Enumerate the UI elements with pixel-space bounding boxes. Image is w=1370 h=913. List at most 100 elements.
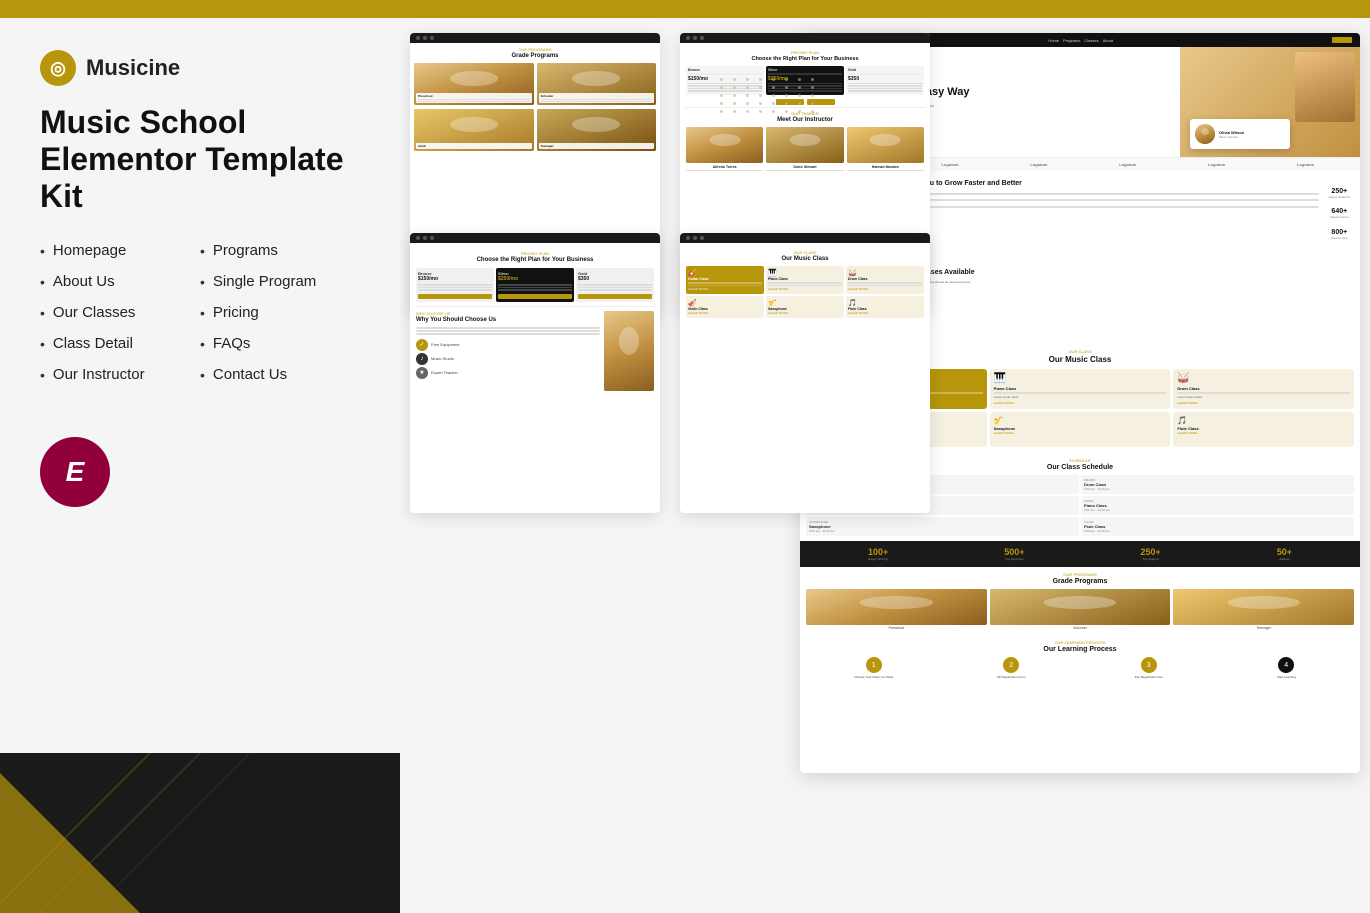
stat-2: 640+ Classes Done (1329, 208, 1350, 219)
stat-1: 250+ Happy Students (1329, 188, 1350, 199)
our-guitar-label: Guitar Class (688, 277, 762, 281)
stat-3-label: Awards Won (1329, 236, 1350, 240)
our-guitar-icon: 🎸 (688, 269, 762, 277)
why-tagline: WHY CHOOSE US (416, 311, 600, 316)
silver-plan: Silver $250/mo (496, 268, 574, 302)
piano-link: LEARN MORE › (994, 401, 1167, 405)
grade-programs-title-sec: Grade Programs (414, 53, 656, 59)
various-content: THE CLASSES Various Music Classes Availa… (867, 263, 1354, 337)
grade-preschool-img (806, 589, 987, 625)
mock-header-1 (410, 33, 660, 43)
bronze-price-2: $150/mo (688, 76, 762, 82)
silver-price: $250/mo (498, 276, 572, 282)
nav-item-instructor: Our Instructor (40, 366, 200, 383)
prog-schooler-badge: Schooler (539, 93, 655, 103)
brand-logo: ◎ (40, 50, 76, 86)
flute-class-card: 🎵 Flute Class LEARN MORE › (1173, 412, 1354, 447)
our-class-row-1: 🎸 Guitar Class LEARN MORE › 🎹 Piano Clas… (686, 266, 924, 294)
why-item-1: ✓ Free Equipment (416, 339, 600, 351)
nav-col-1: Homepage About Us Our Classes Class Deta… (40, 242, 200, 397)
s2-l3 (768, 88, 842, 90)
mock-dot-2 (423, 36, 427, 40)
dulce-line (766, 170, 843, 172)
instructor-section: OUR TRAINER Meet Our Instructor Alfredo … (684, 107, 926, 176)
our-class-tagline: OUR CLASS (686, 250, 924, 255)
why-text-col: WHY CHOOSE US Why You Should Choose Us ✓… (416, 311, 600, 391)
step-1-label: Choose Your Class You Want (854, 675, 893, 679)
drum-class-card: 🥁 Drum Class Lorem ipsum dolor LEARN MOR… (1173, 369, 1354, 409)
schedule-piano-time: 9:00 am - 11:00 am (1084, 508, 1351, 512)
gold-price: $350 (578, 276, 652, 282)
learning-section: OUR LEARNING PROCESS Our Learning Proces… (800, 635, 1360, 684)
pricing-tagline: PRICING PLAN (416, 251, 654, 256)
feature-2 (892, 198, 1319, 203)
prog-preschool-line-2 (418, 101, 530, 103)
bronze-label-2: Bronze (688, 68, 762, 72)
why-image (604, 311, 654, 391)
why-item-3: ★ Expert Teacher (416, 367, 600, 379)
grade-row: Preschool Schooler Teenage (806, 589, 1354, 630)
our-piano-icon: 🎹 (768, 269, 842, 277)
pricing-block-1: PRICING PLAN Choose the Right Plan for Y… (414, 247, 656, 306)
right-panel: Musicine Home Programs Classes About Lea… (400, 18, 1370, 913)
mock-dot-7 (686, 36, 690, 40)
sponsor-2: Logotum (1030, 162, 1047, 167)
our-guitar-link: LEARN MORE › (688, 287, 762, 291)
learning-title: Our Learning Process (806, 646, 1354, 653)
counter-3-label: Top Support (1141, 557, 1161, 561)
dulce-img (766, 127, 843, 163)
grade-schooler: Schooler (990, 589, 1171, 630)
counter-2-num: 500+ (1004, 547, 1024, 557)
b2-l3 (688, 88, 762, 90)
counter-section: 100+ Happy Winning 500+ Our Expertise 25… (800, 541, 1360, 567)
step-1-icon: 1 (866, 657, 882, 673)
piano-desc: Lorem ipsum dolor (994, 395, 1167, 399)
schedule-drum-time: 9:00 am - 11:00 am (1084, 487, 1351, 491)
nav-link-3: Classes (1084, 38, 1098, 43)
why-icon-2: ♪ (416, 353, 428, 365)
schedule-sax-time: 9:00 am - 11:00 am (809, 529, 1076, 533)
our-violin-icon: 🎻 (688, 299, 762, 307)
nav-link-2: Programs (1063, 38, 1080, 43)
drum-icon: 🥁 (1177, 373, 1350, 384)
nav-item-homepage: Homepage (40, 242, 200, 259)
why-choose-block: WHY CHOOSE US Why You Should Choose Us ✓… (414, 306, 656, 395)
instructor-role: Music Teacher (1219, 135, 1244, 139)
pricing-cols-2: Bronze $150/mo Silver (686, 66, 924, 95)
s2-l4 (768, 90, 842, 92)
prog-teenager: Teenager (537, 109, 657, 151)
sponsor-5: Logotum (1297, 162, 1314, 167)
counter-4-label: Awards (1277, 557, 1292, 561)
g2-l4 (848, 90, 922, 92)
mock-dot-12 (700, 236, 704, 240)
pricing-title: Choose the Right Plan for Your Business (416, 257, 654, 264)
alfredo-line (686, 170, 763, 172)
gold-btn (578, 294, 652, 299)
mock-body-2: PRICING PLAN Choose the Right Plan for Y… (410, 243, 660, 399)
silver-line-2 (498, 287, 572, 289)
instructor-dulce: Dulce Stewart (766, 127, 843, 173)
drum-desc: Lorem ipsum dolor (1177, 395, 1350, 399)
bronze-line-2 (418, 287, 492, 289)
grow-features (892, 191, 1319, 209)
instructor-info: Olivia Wilson Music Teacher (1219, 130, 1244, 139)
various-item-1: Various Classes (867, 288, 1354, 292)
schedule-flute-time: 9:00 am - 11:00 am (1084, 529, 1351, 533)
nav-item-contact: Contact Us (200, 366, 360, 383)
silver-line-1 (498, 284, 572, 286)
prog-preschool: Preschool (414, 63, 534, 105)
stat-2-label: Classes Done (1329, 215, 1350, 219)
mock-dot-11 (693, 236, 697, 240)
gold-price-2: $350 (848, 76, 922, 82)
schedule-piano: PIANO Piano Class 9:00 am - 11:00 am (1081, 496, 1354, 515)
pricing-btns (686, 99, 924, 105)
grade-schooler-img (990, 589, 1171, 625)
our-class-block: OUR CLASS Our Music Class 🎸 Guitar Class… (684, 247, 926, 321)
b2-l4 (688, 90, 762, 92)
gold-plan-2: Gold $350 (846, 66, 924, 95)
step-4-icon: 4 (1278, 657, 1294, 673)
mock-dot-5 (423, 236, 427, 240)
prog-teenager-badge: Teenager (539, 143, 655, 149)
alfredo-name: Alfredo Torres (686, 165, 763, 169)
kit-title: Music School Elementor Template Kit (40, 104, 360, 214)
